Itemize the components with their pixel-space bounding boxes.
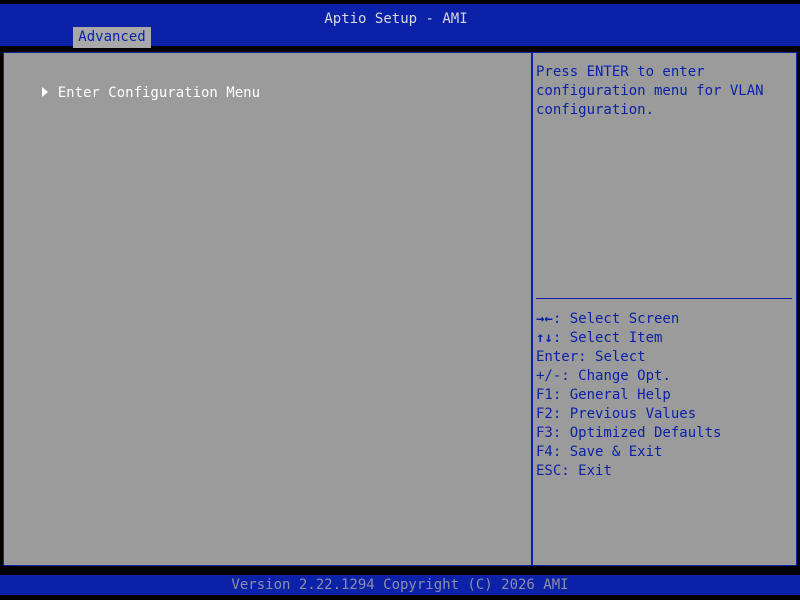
key-name: F2: [536, 406, 553, 422]
app-title: Aptio Setup - AMI: [324, 11, 468, 27]
menu-item-label: Enter Configuration Menu: [57, 85, 261, 101]
key-desc: : General Help: [552, 387, 671, 403]
key-name: →←: [536, 311, 553, 327]
submenu-arrow-icon: [41, 87, 48, 97]
key-legend-line: →←: Select Screen: [536, 310, 792, 329]
key-legend-line: +/-: Change Opt.: [536, 367, 792, 386]
key-desc: : Previous Values: [552, 406, 697, 422]
key-name: F3: [536, 425, 553, 441]
key-name: ESC: [536, 463, 562, 479]
version-footer: Version 2.22.1294 Copyright (C) 2026 AMI: [231, 577, 569, 593]
key-legend-line: F4: Save & Exit: [536, 443, 792, 462]
key-name: ↑↓: [536, 330, 553, 346]
key-legend-line: F3: Optimized Defaults: [536, 424, 792, 443]
key-desc: : Select: [578, 349, 646, 365]
panel-divider: [531, 53, 533, 565]
help-panel: Press ENTER to enter configuration menu f…: [536, 63, 792, 120]
key-legend-line: F2: Previous Values: [536, 405, 792, 424]
key-desc: : Optimized Defaults: [552, 425, 722, 441]
key-desc: : Change Opt.: [561, 368, 671, 384]
tab-advanced[interactable]: Advanced: [73, 27, 151, 48]
key-name: Enter: [536, 349, 579, 365]
key-name: +/-: [536, 368, 562, 384]
footer-bar: Version 2.22.1294 Copyright (C) 2026 AMI: [0, 575, 800, 595]
key-legend-line: ESC: Exit: [536, 462, 792, 481]
help-line: Press ENTER to enter: [536, 64, 705, 80]
help-line: configuration.: [536, 102, 655, 118]
key-desc: : Select Screen: [552, 311, 680, 327]
key-name: F4: [536, 444, 553, 460]
key-legend: →←: Select Screen ↑↓: Select Item Enter:…: [536, 310, 792, 481]
key-legend-line: Enter: Select: [536, 348, 792, 367]
menu-item-enter-configuration[interactable]: Enter Configuration Menu: [8, 65, 260, 101]
key-name: F1: [536, 387, 553, 403]
key-desc: : Exit: [561, 463, 612, 479]
help-line: configuration menu for VLAN: [536, 83, 764, 99]
key-legend-line: F1: General Help: [536, 386, 792, 405]
key-legend-line: ↑↓: Select Item: [536, 329, 792, 348]
header-bar: Aptio Setup - AMI Advanced: [0, 4, 800, 48]
key-desc: : Save & Exit: [552, 444, 663, 460]
help-divider: [536, 298, 792, 299]
main-panel: Enter Configuration Menu Press ENTER to …: [3, 52, 797, 566]
key-desc: : Select Item: [552, 330, 663, 346]
